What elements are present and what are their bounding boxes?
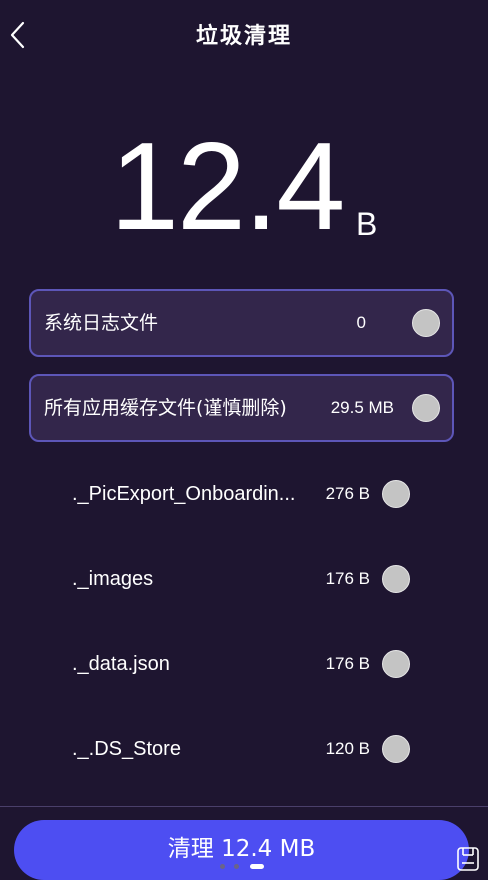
file-name: ._PicExport_Onboardin... — [72, 483, 296, 505]
category-label: 系统日志文件 — [44, 312, 159, 334]
page-dot — [220, 864, 225, 869]
file-select-radio[interactable] — [382, 565, 410, 593]
file-row[interactable]: ._data.json 176 B — [0, 634, 488, 694]
page-dot — [234, 864, 239, 869]
file-size: 276 B — [325, 484, 370, 503]
category-size: 29.5 MB — [330, 398, 394, 417]
file-row[interactable]: ._images 176 B — [0, 549, 488, 609]
category-label: 所有应用缓存文件(谨慎删除) — [44, 397, 287, 419]
file-select-radio[interactable] — [382, 650, 410, 678]
file-select-radio[interactable] — [382, 735, 410, 763]
file-size: 176 B — [325, 654, 370, 673]
category-select-radio[interactable] — [412, 309, 440, 337]
junk-size-unit: B — [356, 206, 378, 242]
file-select-radio[interactable] — [382, 480, 410, 508]
file-name: ._.DS_Store — [72, 738, 181, 760]
page-title: 垃圾清理 — [195, 24, 292, 49]
save-button[interactable] — [456, 846, 480, 872]
category-size: 0 — [356, 313, 366, 332]
file-name: ._data.json — [72, 653, 170, 675]
category-card-system-logs[interactable]: 系统日志文件 0 — [29, 289, 454, 357]
page-indicator — [0, 864, 488, 872]
footer-divider — [0, 806, 488, 807]
junk-size-display: 12.4 B — [0, 122, 488, 252]
category-select-radio[interactable] — [412, 394, 440, 422]
file-row[interactable]: ._PicExport_Onboardin... 276 B — [0, 464, 488, 524]
file-name: ._images — [72, 568, 154, 590]
header: 垃圾清理 — [0, 0, 488, 72]
category-card-app-cache[interactable]: 所有应用缓存文件(谨慎删除) 29.5 MB — [29, 374, 454, 442]
file-row[interactable]: ._.DS_Store 120 B — [0, 719, 488, 779]
file-size: 176 B — [325, 569, 370, 588]
page-dot-active — [250, 864, 264, 869]
junk-size-value: 12.4 — [110, 118, 345, 256]
save-icon — [457, 847, 479, 871]
file-size: 120 B — [325, 739, 370, 758]
